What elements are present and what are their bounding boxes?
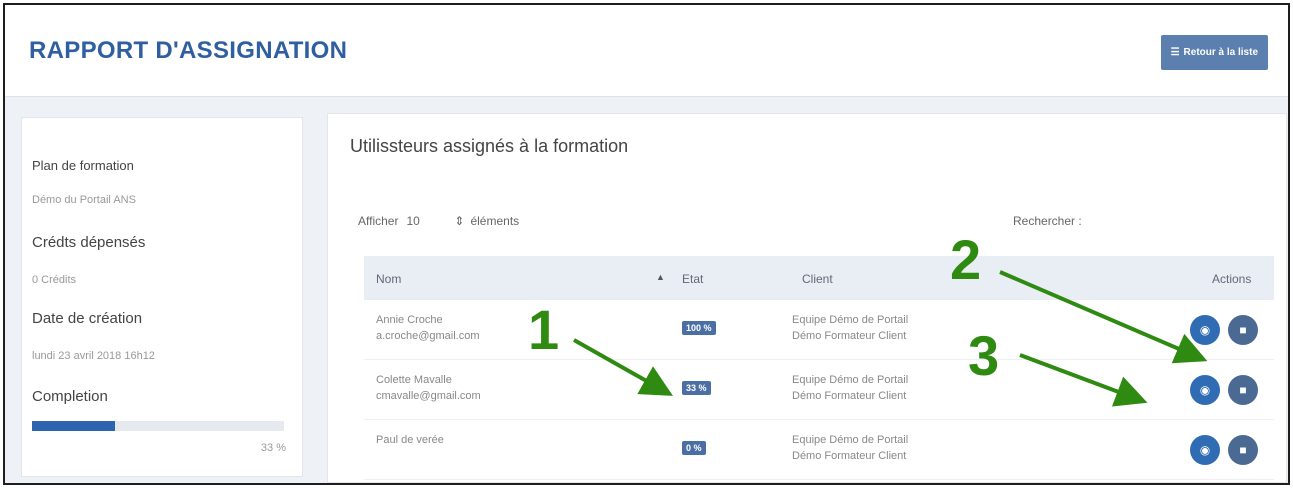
completion-progress-bar <box>32 421 284 431</box>
user-name: Paul de verée <box>376 434 444 446</box>
app-frame: RAPPORT D'ASSIGNATION ☰ Retour à la list… <box>3 3 1290 485</box>
table-row: Paul de verée 0 % Equipe Démo de Portail… <box>364 420 1274 480</box>
status-badge: 0 % <box>682 441 706 455</box>
user-email: a.croche@gmail.com <box>376 330 480 342</box>
eye-icon: ◉ <box>1199 323 1211 337</box>
completion-label: Completion <box>32 388 108 405</box>
client-name: Démo Formateur Client <box>792 450 907 462</box>
view-button[interactable]: ◉ <box>1190 315 1220 345</box>
user-name: Colette Mavalle <box>376 374 452 386</box>
status-badge: 100 % <box>682 321 716 335</box>
page-length-value: 10 <box>406 214 420 228</box>
trash-icon: ■ <box>1239 443 1247 457</box>
show-after-label: éléments <box>470 214 520 228</box>
plan-label: Plan de formation <box>32 158 134 173</box>
show-label: Afficher <box>358 214 399 228</box>
client-team: Equipe Démo de Portail <box>792 374 909 386</box>
client-name: Démo Formateur Client <box>792 330 907 342</box>
completion-progress-fill <box>32 421 116 431</box>
page-title: RAPPORT D'ASSIGNATION <box>29 37 348 64</box>
column-header-nom[interactable]: Nom <box>376 272 401 286</box>
back-to-list-button[interactable]: ☰ Retour à la liste <box>1160 35 1268 70</box>
remove-button[interactable]: ■ <box>1228 435 1258 465</box>
status-badge: 33 % <box>682 381 711 395</box>
client-name: Démo Formateur Client <box>792 390 907 402</box>
eye-icon: ◉ <box>1199 443 1211 457</box>
credits-value: 0 Crédits <box>32 274 77 286</box>
callout-number-3: 3 <box>968 324 1000 387</box>
view-button[interactable]: ◉ <box>1190 435 1220 465</box>
summary-card: Plan de formation Démo du Portail ANS Cr… <box>21 117 303 477</box>
table-row: Colette Mavalle cmavalle@gmail.com 33 % … <box>364 360 1274 420</box>
table-row: Annie Croche a.croche@gmail.com 100 % Eq… <box>364 300 1274 360</box>
view-button[interactable]: ◉ <box>1190 375 1220 405</box>
section-title: Utilissteurs assignés à la formation <box>350 136 629 156</box>
date-label: Date de création <box>32 310 143 327</box>
column-header-client[interactable]: Client <box>802 272 833 286</box>
page-length-select[interactable]: 10 ⇕ <box>406 214 464 228</box>
column-header-actions: Actions <box>1212 272 1252 286</box>
list-icon: ☰ <box>1170 47 1180 58</box>
completion-percent: 33 % <box>260 442 286 454</box>
remove-button[interactable]: ■ <box>1228 315 1258 345</box>
search-label: Rechercher : <box>1013 214 1082 228</box>
remove-button[interactable]: ■ <box>1228 375 1258 405</box>
assigned-users-card: Utilissteurs assignés à la formation Aff… <box>327 113 1287 483</box>
sort-asc-icon[interactable]: ▲ <box>656 272 665 282</box>
credits-label: Crédts dépensés <box>32 234 146 251</box>
user-email: cmavalle@gmail.com <box>376 390 481 402</box>
callout-number-1: 1 <box>528 298 560 361</box>
client-team: Equipe Démo de Portail <box>792 434 909 446</box>
page-header: RAPPORT D'ASSIGNATION ☰ Retour à la list… <box>5 5 1288 97</box>
user-name: Annie Croche <box>376 314 443 326</box>
column-header-etat[interactable]: Etat <box>682 272 703 286</box>
client-team: Equipe Démo de Portail <box>792 314 909 326</box>
callout-number-2: 2 <box>950 228 982 291</box>
back-to-list-label: Retour à la liste <box>1183 47 1258 58</box>
trash-icon: ■ <box>1239 383 1247 397</box>
date-value: lundi 23 avril 2018 16h12 <box>32 350 155 362</box>
page-length-control: Afficher 10 ⇕ éléments <box>358 214 519 228</box>
trash-icon: ■ <box>1239 323 1247 337</box>
plan-value: Démo du Portail ANS <box>32 194 136 206</box>
table-header: Nom ▲ Etat Client Actions <box>364 256 1274 300</box>
eye-icon: ◉ <box>1199 383 1211 397</box>
select-arrows-icon: ⇕ <box>454 214 465 228</box>
